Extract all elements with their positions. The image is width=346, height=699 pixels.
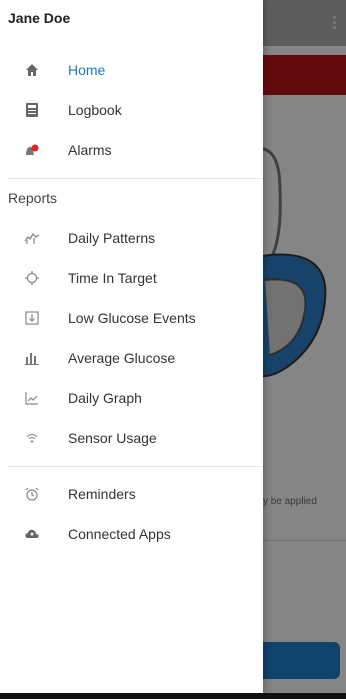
menu-item-alarms[interactable]: Alarms <box>0 131 263 169</box>
low-glucose-icon <box>24 310 40 326</box>
alarm-clock-icon <box>24 486 40 502</box>
menu-item-daily-graph[interactable]: Daily Graph <box>0 379 263 417</box>
navigation-drawer: Jane Doe Home Logbook Alarms Reports Dai… <box>0 0 263 693</box>
menu-item-label: Time In Target <box>68 270 157 286</box>
system-navigation-bar <box>0 693 346 699</box>
menu-item-label: Low Glucose Events <box>68 310 196 326</box>
bar-chart-icon <box>24 350 40 366</box>
menu-item-label: Average Glucose <box>68 350 176 366</box>
menu-item-label: Alarms <box>68 142 112 158</box>
menu-item-label: Daily Patterns <box>68 230 156 246</box>
menu-item-connected-apps[interactable]: Connected Apps <box>0 515 263 553</box>
menu-item-label: Reminders <box>68 486 136 502</box>
sensor-icon <box>24 430 40 446</box>
home-icon <box>24 62 40 78</box>
screen: y be applied Jane Doe Home Logbook Alarm… <box>0 0 346 699</box>
menu-item-home[interactable]: Home <box>0 51 263 89</box>
menu-item-sensor-usage[interactable]: Sensor Usage <box>0 419 263 457</box>
menu-item-logbook[interactable]: Logbook <box>0 91 263 129</box>
menu-item-label: Daily Graph <box>68 390 142 406</box>
cloud-icon <box>24 526 40 542</box>
menu-item-label: Home <box>68 62 106 78</box>
menu-item-label: Connected Apps <box>68 526 171 542</box>
daily-patterns-icon <box>24 230 40 246</box>
user-name: Jane Doe <box>8 10 71 26</box>
menu-item-low-glucose-events[interactable]: Low Glucose Events <box>0 299 263 337</box>
line-graph-icon <box>24 390 40 406</box>
reports-heading: Reports <box>8 190 58 206</box>
menu-item-label: Logbook <box>68 102 122 118</box>
menu-divider <box>8 466 263 467</box>
menu-item-label: Sensor Usage <box>68 430 157 446</box>
logbook-icon <box>24 102 40 118</box>
menu-item-reminders[interactable]: Reminders <box>0 475 263 513</box>
menu-divider <box>8 178 263 179</box>
menu-item-time-in-target[interactable]: Time In Target <box>0 259 263 297</box>
target-icon <box>24 270 40 286</box>
menu-item-daily-patterns[interactable]: Daily Patterns <box>0 219 263 257</box>
alarm-bell-icon <box>24 142 40 158</box>
menu-item-average-glucose[interactable]: Average Glucose <box>0 339 263 377</box>
